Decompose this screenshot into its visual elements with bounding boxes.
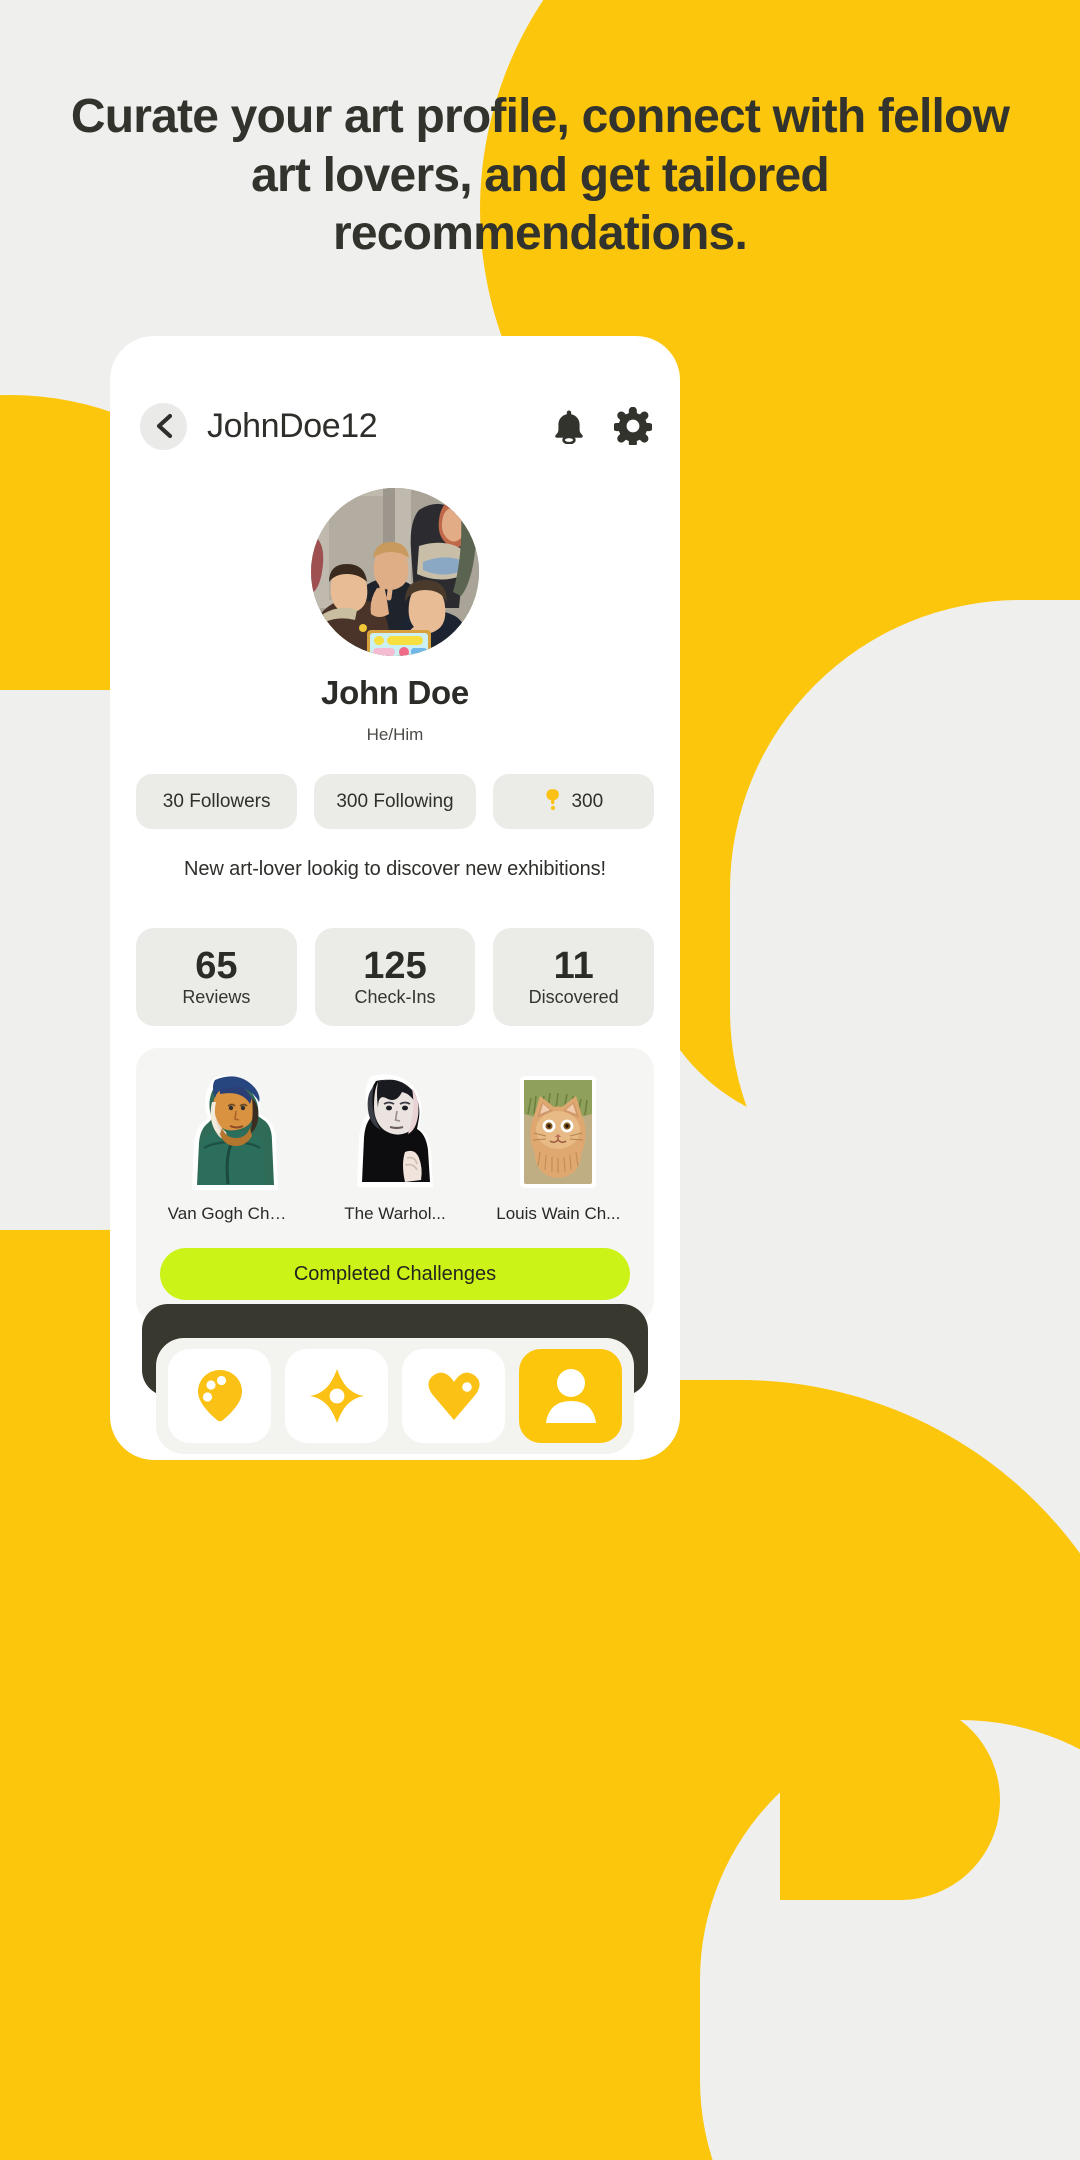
balloon-points-icon (543, 787, 563, 817)
stat-label: Reviews (182, 986, 251, 1007)
profile-stat-cards: 65 Reviews 125 Check-Ins 11 Discovered (136, 928, 655, 1026)
challenge-caption: Van Gogh Chall... (167, 1204, 296, 1223)
location-pin-icon (194, 1368, 246, 1424)
phone-mockup-card: JohnDoe12 John Doe He/Him 30 Followers 3… (110, 336, 680, 1460)
nav-item-favourites[interactable] (402, 1349, 505, 1443)
bottom-navigation-bar (156, 1338, 634, 1454)
followers-pill-label: 30 Followers (162, 790, 271, 812)
stat-card-reviews[interactable]: 65 Reviews (136, 928, 297, 1026)
profile-pronouns: He/Him (366, 725, 424, 744)
gear-icon[interactable] (614, 407, 652, 445)
marketing-headline: Curate your art profile, connect with fe… (70, 90, 1010, 261)
nav-item-profile[interactable] (519, 1349, 622, 1443)
app-screenshot: Curate your art profile, connect with fe… (0, 0, 1080, 2160)
nav-item-explore[interactable] (168, 1349, 271, 1443)
avatar-photo (311, 488, 479, 656)
stat-card-checkins[interactable]: 125 Check-Ins (314, 928, 476, 1026)
completed-challenges-label: Completed Challenges (293, 1262, 497, 1285)
stat-value: 65 (195, 944, 238, 987)
challenge-item-louis-wain[interactable]: Louis Wain Ch... (477, 1070, 640, 1224)
page-title: JohnDoe12 (207, 406, 378, 445)
challenge-caption: The Warhol... (344, 1204, 446, 1223)
points-pill[interactable]: 300 (492, 774, 654, 829)
andy-warhol-portrait-sticker (347, 1070, 443, 1192)
followers-pill[interactable]: 30 Followers (136, 774, 298, 829)
stat-value: 11 (553, 944, 594, 987)
challenges-section: Van Gogh Chall... The Warhol... Louis Wa… (136, 1048, 654, 1322)
stat-card-discovered[interactable]: 11 Discovered (493, 928, 655, 1026)
profile-person-icon (544, 1367, 598, 1425)
challenge-item-van-gogh[interactable]: Van Gogh Chall... (150, 1070, 313, 1224)
sparkle-diamond-icon (309, 1368, 365, 1424)
profile-bio: New art-lover lookig to discover new exh… (184, 858, 606, 880)
avatar[interactable] (311, 488, 479, 656)
louis-wain-cat-sticker (510, 1070, 606, 1192)
heart-icon (426, 1370, 482, 1422)
nav-item-discover[interactable] (285, 1349, 388, 1443)
profile-stats-pills: 30 Followers 300 Following 300 (136, 774, 654, 829)
following-pill-label: 300 Following (336, 790, 454, 812)
points-pill-label: 300 (571, 790, 604, 812)
decorative-tab-right (780, 1700, 1000, 1900)
stat-label: Check-Ins (354, 986, 436, 1007)
stat-label: Discovered (528, 986, 619, 1007)
challenge-caption: Louis Wain Ch... (496, 1204, 621, 1223)
stat-value: 125 (363, 944, 427, 987)
profile-name: John Doe (321, 674, 469, 711)
back-button[interactable] (140, 402, 187, 450)
challenge-item-warhol[interactable]: The Warhol... (313, 1070, 476, 1224)
chevron-left-icon (153, 413, 175, 439)
app-header: JohnDoe12 (140, 398, 652, 454)
bell-icon[interactable] (552, 408, 586, 444)
completed-challenges-button[interactable]: Completed Challenges (160, 1248, 630, 1300)
following-pill[interactable]: 300 Following (314, 774, 476, 829)
van-gogh-self-portrait-sticker (184, 1070, 280, 1192)
